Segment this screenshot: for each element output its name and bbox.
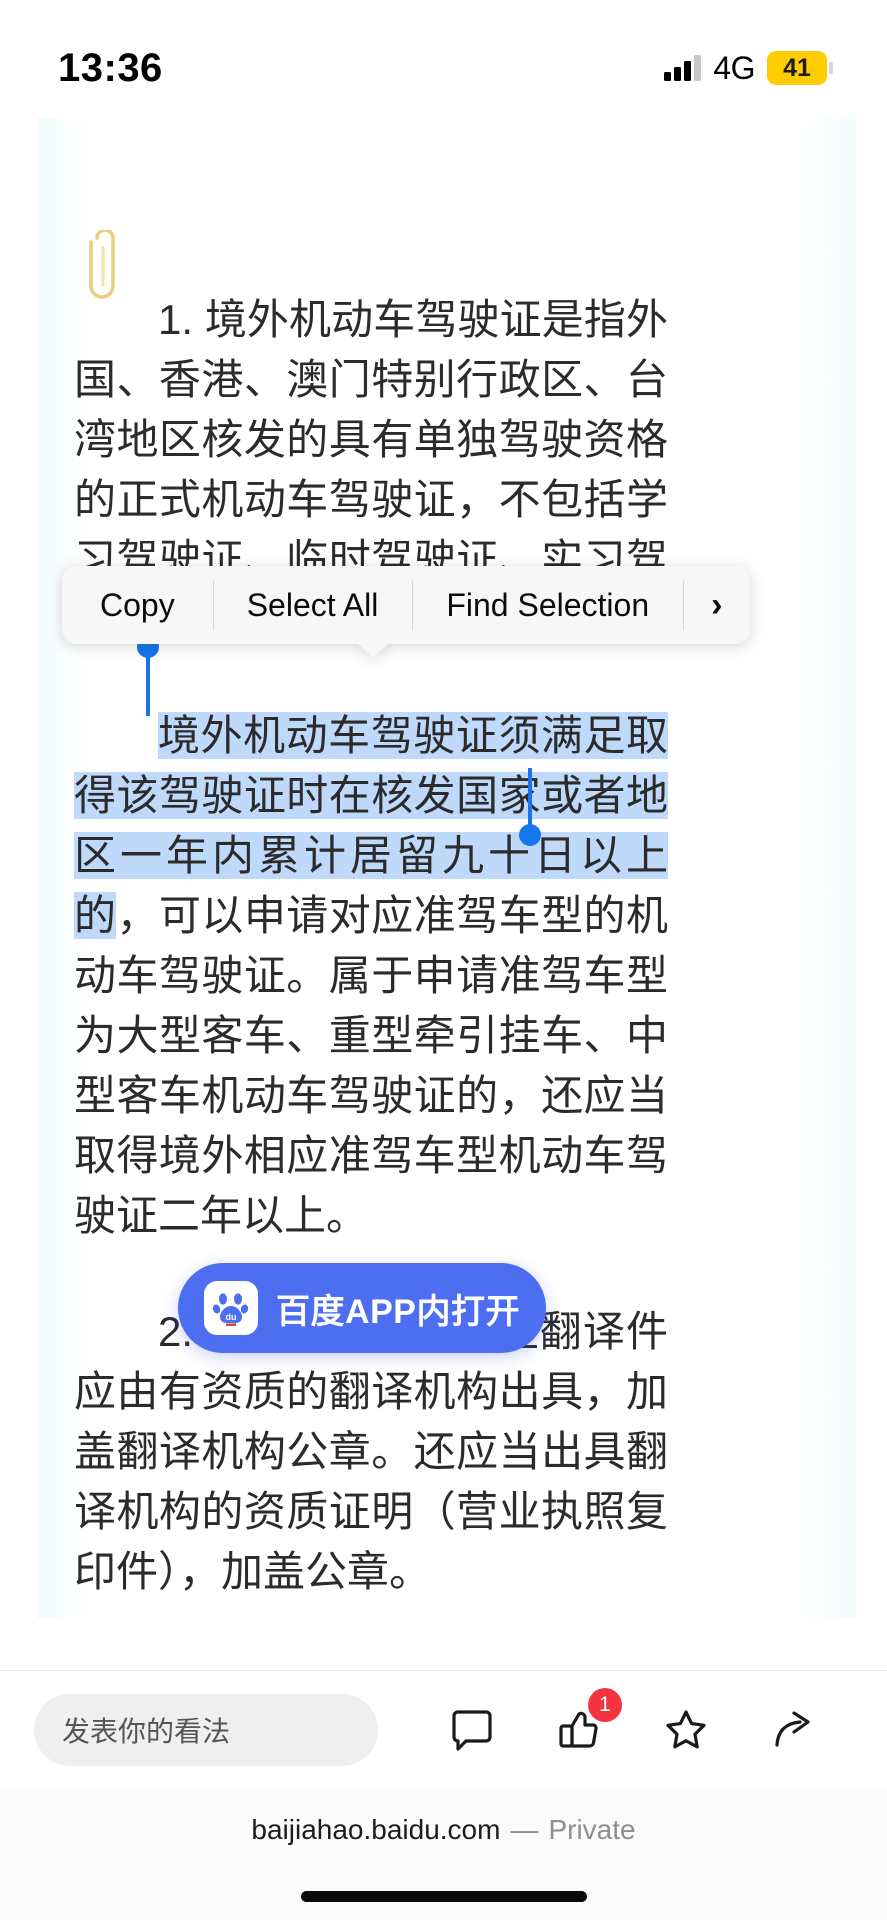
battery-nub-icon xyxy=(829,62,833,74)
callout-pointer-arrow xyxy=(357,643,389,658)
status-right-cluster: 4G 41 xyxy=(664,50,833,87)
share-icon[interactable] xyxy=(764,1701,822,1759)
callout-copy-button[interactable]: Copy xyxy=(62,566,213,644)
url-domain: baijiahao.baidu.com xyxy=(251,1814,501,1845)
network-type-label: 4G xyxy=(713,49,755,86)
comment-input[interactable]: 发表你的看法 xyxy=(34,1693,378,1766)
article-paragraph-2[interactable]: 境外机动车驾驶证须满足取得该驾驶证时在核发国家或者地区一年内累计居留九十日以上的… xyxy=(74,706,668,1246)
article-body[interactable]: 1. 境外机动车驾驶证是指外国、香港、澳门特别行政区、台湾地区核发的具有单独驾驶… xyxy=(74,290,668,1602)
safari-bottom-bar: baijiahao.baidu.com — Private xyxy=(0,1788,887,1920)
selection-start-handle[interactable] xyxy=(137,636,159,716)
thumbs-up-badge: 1 xyxy=(587,1687,622,1722)
private-mode-label: Private xyxy=(548,1814,636,1845)
webview-content[interactable]: 1. 境外机动车驾驶证是指外国、香港、澳门特别行政区、台湾地区核发的具有单独驾驶… xyxy=(0,108,887,1670)
selection-end-handle[interactable] xyxy=(519,768,541,846)
paragraph-2-remainder[interactable]: ，可以申请对应准驾车型的机动车驾驶证。属于申请准驾车型为大型客车、重型牵引挂车、… xyxy=(74,892,668,1239)
url-separator: — xyxy=(510,1814,539,1845)
battery-level-label: 41 xyxy=(783,53,811,82)
cellular-signal-icon xyxy=(664,55,702,81)
comment-bar-actions: 1 xyxy=(378,1687,853,1759)
callout-more-chevron-right-icon[interactable]: › xyxy=(683,566,751,644)
status-time: 13:36 xyxy=(58,45,163,90)
svg-text:du: du xyxy=(226,1312,237,1322)
baidu-paw-icon: du xyxy=(204,1281,259,1335)
text-selection-callout-menu[interactable]: Copy Select All Find Selection › xyxy=(62,566,751,658)
baidu-button-label: 百度APP内打开 xyxy=(276,1292,520,1331)
callout-select-all-button[interactable]: Select All xyxy=(212,566,413,644)
callout-find-selection-button[interactable]: Find Selection xyxy=(412,566,684,644)
bottom-comment-bar: 发表你的看法 1 xyxy=(0,1670,887,1788)
status-bar: 13:36 4G 41 xyxy=(0,0,887,108)
thumbs-up-icon[interactable]: 1 xyxy=(550,1687,622,1759)
url-display[interactable]: baijiahao.baidu.com — Private xyxy=(251,1814,635,1846)
open-in-baidu-app-button[interactable]: du 百度APP内打开 xyxy=(178,1263,546,1353)
favorite-star-icon[interactable] xyxy=(657,1701,715,1759)
home-indicator[interactable] xyxy=(300,1891,587,1902)
phone-screen: 13:36 4G 41 1. 境外机动车驾驶证是指外国、香港、澳门特别行政区、台… xyxy=(0,0,887,1920)
battery-icon: 41 xyxy=(767,51,827,85)
battery-indicator: 41 xyxy=(767,51,833,85)
comment-icon[interactable] xyxy=(443,1701,501,1759)
